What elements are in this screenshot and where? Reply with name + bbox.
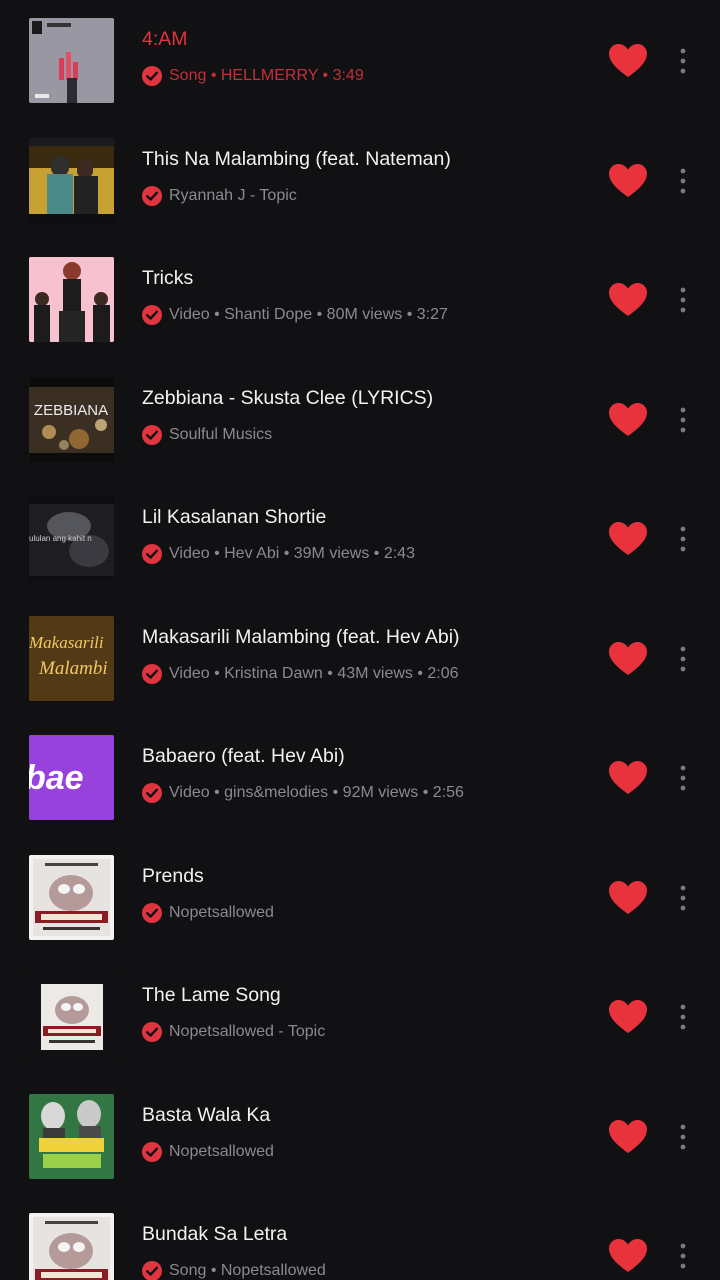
check-circle-icon bbox=[142, 544, 162, 564]
song-title: Babaero (feat. Hev Abi) bbox=[142, 745, 345, 767]
song-title: The Lame Song bbox=[142, 984, 281, 1006]
song-meta: Nopetsallowed bbox=[142, 902, 592, 925]
check-circle-icon bbox=[142, 424, 162, 445]
song-row[interactable]: ZEBBIANA Zebbiana - Skusta Clee (LYRICS)… bbox=[0, 359, 720, 479]
heart-icon[interactable] bbox=[608, 521, 648, 557]
song-title: 4:AM bbox=[142, 28, 188, 50]
song-title: Basta Wala Ka bbox=[142, 1103, 271, 1126]
heart-icon[interactable] bbox=[608, 282, 648, 318]
song-title: Zebbiana - Skusta Clee (LYRICS) bbox=[142, 386, 434, 409]
song-title: Lil Kasalanan Shortie bbox=[142, 506, 327, 528]
heart-icon[interactable] bbox=[608, 880, 648, 916]
song-thumbnail[interactable] bbox=[29, 974, 114, 1059]
song-subtitle: Video • Hev Abi • 39M views • 2:43 bbox=[169, 545, 415, 562]
heart-icon[interactable] bbox=[608, 402, 648, 438]
song-meta: Video • Kristina Dawn • 43M views • 2:06 bbox=[142, 663, 592, 686]
more-vertical-icon[interactable] bbox=[668, 641, 698, 677]
song-meta: Video • Shanti Dope • 80M views • 3:27 bbox=[142, 305, 592, 327]
song-subtitle: Song • Nopetsallowed bbox=[169, 1262, 326, 1279]
song-meta: Video • Hev Abi • 39M views • 2:43 bbox=[142, 544, 592, 566]
song-thumbnail[interactable] bbox=[29, 18, 114, 103]
song-row[interactable]: Basta Wala Ka Nopetsallowed bbox=[0, 1076, 720, 1196]
more-vertical-icon[interactable] bbox=[668, 521, 698, 557]
song-thumbnail[interactable] bbox=[29, 854, 114, 940]
more-vertical-icon[interactable] bbox=[668, 1238, 698, 1274]
more-vertical-icon[interactable] bbox=[668, 1119, 698, 1155]
thumb-text: ululan ang kahit n bbox=[29, 534, 92, 543]
song-title: Prends bbox=[142, 864, 204, 887]
heart-icon[interactable] bbox=[608, 1238, 648, 1274]
more-vertical-icon[interactable] bbox=[668, 43, 698, 79]
song-row[interactable]: bae Babaero (feat. Hev Abi) Video • gins… bbox=[0, 717, 720, 837]
song-thumbnail[interactable]: ululan ang kahit n bbox=[29, 496, 114, 581]
song-thumbnail[interactable]: ZEBBIANA bbox=[29, 376, 114, 462]
heart-icon[interactable] bbox=[608, 43, 648, 79]
thumb-text-2: Malambi bbox=[38, 658, 108, 679]
song-meta: Song • Nopetsallowed bbox=[142, 1261, 592, 1280]
check-circle-icon bbox=[142, 902, 162, 923]
song-row[interactable]: The Lame Song Nopetsallowed - Topic bbox=[0, 956, 720, 1076]
song-row[interactable]: 4:AM Song • HELLMERRY • 3:49 bbox=[0, 0, 720, 120]
more-vertical-icon[interactable] bbox=[668, 880, 698, 916]
song-title: Makasarili Malambing (feat. Hev Abi) bbox=[142, 625, 460, 648]
more-vertical-icon[interactable] bbox=[668, 163, 698, 199]
song-meta: Nopetsallowed - Topic bbox=[142, 1022, 592, 1044]
check-circle-icon bbox=[142, 1261, 162, 1280]
song-meta: Soulful Musics bbox=[142, 424, 592, 447]
song-thumbnail[interactable] bbox=[29, 1213, 114, 1280]
song-meta: Ryannah J - Topic bbox=[142, 185, 592, 208]
thumb-text: Makasarili bbox=[29, 633, 104, 652]
song-row[interactable]: ululan ang kahit n Lil Kasalanan Shortie… bbox=[0, 478, 720, 598]
song-row[interactable]: Bundak Sa Letra Song • Nopetsallowed bbox=[0, 1195, 720, 1280]
song-thumbnail[interactable] bbox=[29, 137, 114, 223]
song-row[interactable]: Prends Nopetsallowed bbox=[0, 837, 720, 957]
song-title: This Na Malambing (feat. Nateman) bbox=[142, 147, 451, 170]
song-title: Bundak Sa Letra bbox=[142, 1223, 288, 1245]
song-subtitle: Nopetsallowed - Topic bbox=[169, 1023, 326, 1040]
more-vertical-icon[interactable] bbox=[668, 760, 698, 796]
thumb-text: ZEBBIANA bbox=[34, 402, 108, 419]
song-meta: Video • gins&melodies • 92M views • 2:56 bbox=[142, 783, 592, 805]
more-vertical-icon[interactable] bbox=[668, 402, 698, 438]
song-subtitle: Video • gins&melodies • 92M views • 2:56 bbox=[169, 784, 464, 801]
heart-icon[interactable] bbox=[608, 999, 648, 1035]
song-thumbnail[interactable]: Makasarili Malambi bbox=[29, 615, 114, 701]
check-circle-icon bbox=[142, 1022, 162, 1042]
check-circle-icon bbox=[142, 1141, 162, 1162]
song-row[interactable]: Tricks Video • Shanti Dope • 80M views •… bbox=[0, 239, 720, 359]
song-subtitle: Ryannah J - Topic bbox=[169, 186, 297, 204]
check-circle-icon bbox=[142, 783, 162, 803]
heart-icon[interactable] bbox=[608, 641, 648, 677]
check-circle-icon bbox=[142, 185, 162, 206]
song-subtitle: Song • HELLMERRY • 3:49 bbox=[169, 67, 364, 84]
song-meta: Nopetsallowed bbox=[142, 1141, 592, 1164]
song-row[interactable]: Makasarili Malambi Makasarili Malambing … bbox=[0, 598, 720, 718]
more-vertical-icon[interactable] bbox=[668, 999, 698, 1035]
check-circle-icon bbox=[142, 305, 162, 325]
song-subtitle: Nopetsallowed bbox=[169, 903, 274, 921]
heart-icon[interactable] bbox=[608, 1119, 648, 1155]
heart-icon[interactable] bbox=[608, 163, 648, 199]
song-subtitle: Soulful Musics bbox=[169, 425, 273, 443]
song-title: Tricks bbox=[142, 267, 194, 289]
song-thumbnail[interactable]: bae bbox=[29, 735, 114, 820]
thumb-text: bae bbox=[29, 759, 84, 797]
song-subtitle: Video • Shanti Dope • 80M views • 3:27 bbox=[169, 306, 448, 323]
song-thumbnail[interactable] bbox=[29, 257, 114, 342]
song-thumbnail[interactable] bbox=[29, 1093, 114, 1179]
check-circle-icon bbox=[142, 663, 162, 684]
liked-songs-list: 4:AM Song • HELLMERRY • 3:49 This Na Mal… bbox=[0, 0, 720, 1280]
heart-icon[interactable] bbox=[608, 760, 648, 796]
more-vertical-icon[interactable] bbox=[668, 282, 698, 318]
song-subtitle: Video • Kristina Dawn • 43M views • 2:06 bbox=[169, 664, 459, 682]
check-circle-icon bbox=[142, 66, 162, 86]
song-subtitle: Nopetsallowed bbox=[169, 1142, 274, 1160]
song-row[interactable]: This Na Malambing (feat. Nateman) Ryanna… bbox=[0, 120, 720, 240]
song-meta: Song • HELLMERRY • 3:49 bbox=[142, 66, 592, 88]
